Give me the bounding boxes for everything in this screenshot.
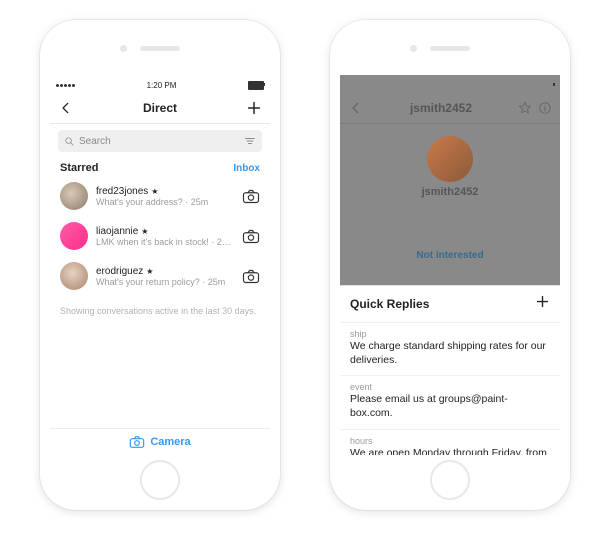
profile-stats: 699 Posts · 787 Followers: [350, 200, 550, 210]
profile-note: jsmith2452 won't know you've seen their …: [350, 218, 550, 240]
quick-reply-key: hours: [350, 436, 550, 446]
sheet-title: Quick Replies: [350, 297, 429, 311]
avatar: [60, 262, 88, 290]
star-icon: ★: [151, 187, 158, 196]
thread-row[interactable]: fred23jones★ What's your address? · 25m: [50, 176, 270, 216]
star-icon: ★: [141, 227, 148, 236]
signal-icon: [346, 84, 365, 87]
quick-reply-item[interactable]: event Please email us at groups@paint-bo…: [340, 376, 560, 429]
thread-preview: What's your address?: [96, 197, 183, 207]
home-button[interactable]: [430, 460, 470, 500]
quick-reply-key: ship: [350, 329, 550, 339]
quick-reply-text: Please email us at groups@paint-box.com.: [350, 393, 550, 420]
not-interested-button[interactable]: Not interested: [350, 250, 550, 261]
sheet-header: Quick Replies: [340, 286, 560, 323]
search-input[interactable]: Search: [58, 130, 262, 152]
section-header: Starred Inbox: [50, 158, 270, 176]
back-button[interactable]: [348, 100, 364, 116]
close-button[interactable]: ×: [545, 127, 552, 141]
screen-direct: 1:20 PM Direct Search Starred Inbox: [50, 75, 270, 455]
star-icon[interactable]: [518, 101, 532, 115]
thread-username: liaojannie: [96, 226, 138, 237]
add-quick-reply-button[interactable]: [535, 294, 550, 314]
status-time: 9:41 AM: [437, 81, 466, 90]
quick-reply-item[interactable]: ship We charge standard shipping rates f…: [340, 323, 560, 376]
phone-frame-right: 9:41 AM jsmith2452 × jsmith2452 699 Post…: [330, 20, 570, 510]
thread-preview: What's your return policy?: [96, 277, 200, 287]
avatar: [427, 136, 473, 182]
status-time: 1:20 PM: [147, 81, 177, 90]
phone-frame-left: 1:20 PM Direct Search Starred Inbox: [40, 20, 280, 510]
quick-reply-key: event: [350, 382, 550, 392]
status-bar: 9:41 AM: [340, 75, 560, 93]
info-icon[interactable]: [538, 101, 552, 115]
quick-reply-text: We are open Monday through Friday, from …: [350, 447, 550, 455]
back-button[interactable]: [58, 100, 74, 116]
footnote-text: Showing conversations active in the last…: [50, 296, 270, 326]
camera-icon[interactable]: [242, 189, 260, 204]
battery-icon: [538, 81, 554, 90]
star-icon: ★: [146, 267, 153, 276]
avatar: [60, 182, 88, 210]
profile-username: jsmith2452: [350, 186, 550, 198]
search-placeholder: Search: [79, 136, 111, 147]
status-bar: 1:20 PM: [50, 75, 270, 93]
camera-button[interactable]: Camera: [50, 428, 270, 449]
thread-time: 25m: [217, 237, 234, 247]
search-icon: [64, 136, 75, 147]
camera-icon[interactable]: [242, 229, 260, 244]
thread-time: 25m: [208, 277, 226, 287]
thread-row[interactable]: erodriguez★ What's your return policy? ·…: [50, 256, 270, 296]
filter-icon[interactable]: [244, 135, 256, 147]
page-title: jsmith2452: [410, 101, 472, 115]
page-title: Direct: [143, 101, 177, 115]
nav-bar: Direct: [50, 93, 270, 124]
signal-icon: [56, 84, 75, 87]
thread-row[interactable]: liaojannie★ LMK when it's back in stock!…: [50, 216, 270, 256]
camera-icon[interactable]: [242, 269, 260, 284]
profile-card: jsmith2452 699 Posts · 787 Followers jsm…: [340, 124, 560, 269]
quick-reply-text: We charge standard shipping rates for ou…: [350, 340, 550, 367]
section-title: Starred: [60, 162, 99, 174]
thread-time: 25m: [191, 197, 209, 207]
thread-username: fred23jones: [96, 186, 148, 197]
avatar: [60, 222, 88, 250]
battery-icon: [248, 81, 264, 90]
camera-label: Camera: [150, 436, 190, 448]
camera-icon: [129, 435, 145, 449]
quick-reply-item[interactable]: hours We are open Monday through Friday,…: [340, 430, 560, 455]
screen-quick-replies: 9:41 AM jsmith2452 × jsmith2452 699 Post…: [340, 75, 560, 455]
compose-button[interactable]: [246, 100, 262, 116]
thread-username: erodriguez: [96, 266, 143, 277]
thread-preview: LMK when it's back in stock!: [96, 237, 209, 247]
home-button[interactable]: [140, 460, 180, 500]
inbox-link[interactable]: Inbox: [233, 163, 260, 174]
quick-replies-sheet: Quick Replies ship We charge standard sh…: [340, 285, 560, 455]
nav-bar: jsmith2452: [340, 93, 560, 124]
